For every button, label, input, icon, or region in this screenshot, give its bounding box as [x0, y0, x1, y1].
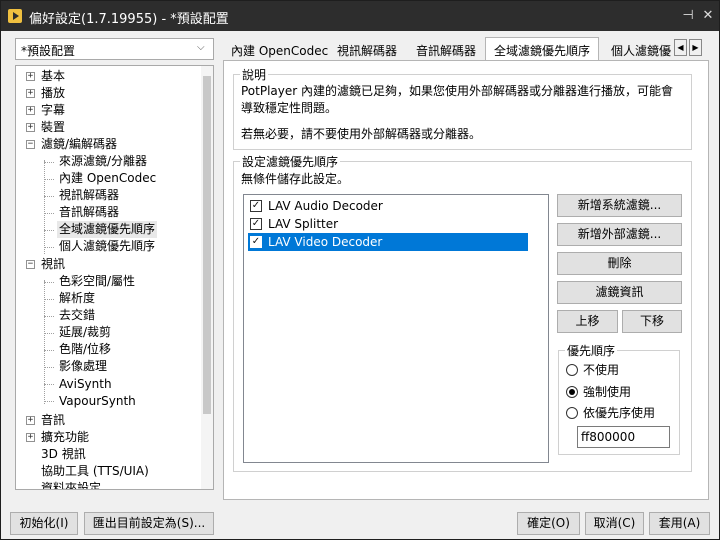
radio-label: 不使用: [583, 363, 620, 377]
tree-item-label: 內建 OpenCodec: [59, 171, 157, 185]
tree-item-label: 裝置: [41, 120, 66, 134]
checkbox[interactable]: ✓: [250, 218, 262, 230]
tab-builtin-opencodec[interactable]: 內建 OpenCodec: [223, 40, 336, 61]
description-line-1: PotPlayer 內建的濾鏡已足夠，如果您使用外部解碼器或分離器進行播放，可能…: [241, 84, 674, 98]
radio-button[interactable]: [566, 364, 578, 376]
tab-audio-decoders[interactable]: 音訊解碼器: [408, 40, 484, 61]
filter-label: LAV Audio Decoder: [268, 199, 383, 213]
tree-item-label: 全域濾鏡優先順序: [57, 221, 158, 238]
expand-icon[interactable]: +: [26, 89, 35, 98]
tree-item-label: 字幕: [41, 103, 66, 117]
cancel-button[interactable]: 取消(C): [585, 512, 644, 535]
move-up-button[interactable]: 上移: [557, 310, 618, 333]
description-line-3: 若無必要，請不要使用外部解碼器或分離器。: [241, 127, 482, 141]
title-bar: 偏好設定(1.7.19955) - *預設配置 ⊣ ✕: [1, 1, 719, 31]
initialize-button[interactable]: 初始化(I): [10, 512, 78, 535]
filter-priority-legend: 設定濾鏡優先順序: [242, 155, 339, 169]
tree-item-label: 去交錯: [59, 308, 96, 322]
add-system-filter-button[interactable]: 新增系統濾鏡...: [557, 194, 682, 217]
scrollbar-thumb[interactable]: [203, 76, 211, 414]
preset-select[interactable]: *預設配置 ⌵: [15, 38, 214, 60]
tree-item-label: 延展/裁剪: [59, 325, 112, 339]
move-down-button[interactable]: 下移: [622, 310, 682, 333]
tab-scroll-right-icon[interactable]: ▶: [689, 39, 702, 56]
close-icon[interactable]: ✕: [699, 7, 717, 25]
filter-info-button[interactable]: 濾鏡資訊: [557, 281, 682, 304]
radio-button[interactable]: [566, 386, 578, 398]
tree-item-label: 協助工具 (TTS/UIA): [41, 464, 149, 478]
expand-icon[interactable]: +: [26, 106, 35, 115]
filter-label: LAV Video Decoder: [268, 235, 383, 249]
collapse-icon[interactable]: −: [26, 140, 35, 149]
tree-item-label: 3D 視訊: [41, 447, 86, 461]
tree-item-label: 解析度: [59, 291, 96, 305]
expand-icon[interactable]: +: [26, 416, 35, 425]
filter-label: LAV Splitter: [268, 217, 339, 231]
preset-value: *預設配置: [21, 44, 76, 58]
tree-item-label: 基本: [41, 69, 66, 83]
ok-button[interactable]: 確定(O): [517, 512, 580, 535]
export-settings-button[interactable]: 匯出目前設定為(S)...: [84, 512, 214, 535]
tab-personal-filter-priority[interactable]: 個人濾鏡優: [603, 40, 679, 61]
radio-button[interactable]: [566, 407, 578, 419]
filter-list[interactable]: ✓ LAV Audio Decoder ✓ LAV Splitter ✓ LAV…: [243, 194, 549, 463]
expand-icon[interactable]: +: [26, 72, 35, 81]
tree-item-label: 視訊: [41, 257, 66, 271]
priority-note: 無條件儲存此設定。: [241, 172, 350, 186]
tree-item-label: VapourSynth: [59, 394, 136, 408]
tab-strip: 內建 OpenCodec 視訊解碼器 音訊解碼器 全域濾鏡優先順序 個人濾鏡優 …: [223, 37, 709, 62]
list-item[interactable]: ✓ LAV Video Decoder: [248, 233, 528, 251]
tree-item-label: 色彩空間/屬性: [59, 274, 136, 288]
apply-button[interactable]: 套用(A): [649, 512, 710, 535]
chevron-down-icon: ⌵: [197, 42, 205, 53]
expand-icon[interactable]: +: [26, 433, 35, 442]
tree-item-label: 播放: [41, 86, 66, 100]
tree-item-label: 音訊: [41, 413, 66, 427]
settings-tree[interactable]: + 基本 + 播放 + 字幕 + 裝置 − 濾鏡/編解碼器 來源濾鏡/分離器 內…: [15, 65, 214, 490]
tree-item-label: 個人濾鏡優先順序: [59, 239, 156, 253]
collapse-icon[interactable]: −: [26, 260, 35, 269]
expand-icon[interactable]: +: [26, 123, 35, 132]
list-item[interactable]: ✓ LAV Splitter: [248, 215, 528, 233]
radio-label: 依優先序使用: [583, 406, 656, 420]
tree-item-label: 濾鏡/編解碼器: [41, 137, 118, 151]
tab-scroll-left-icon[interactable]: ◀: [674, 39, 687, 56]
tree-item-label: 視訊解碼器: [59, 188, 120, 202]
potplayer-icon: [8, 9, 22, 23]
delete-button[interactable]: 刪除: [557, 252, 682, 275]
tree-item-label: 擴充功能: [41, 430, 90, 444]
pin-icon[interactable]: ⊣: [679, 7, 697, 25]
tree-item-label: 資料夾設定: [41, 481, 102, 490]
tree-item-label: 音訊解碼器: [59, 205, 120, 219]
description-line-2: 導致穩定性問題。: [241, 101, 338, 115]
tree-item-label: 色階/位移: [59, 342, 112, 356]
order-legend: 優先順序: [567, 344, 616, 358]
tree-scrollbar[interactable]: [201, 66, 213, 489]
description-legend: 說明: [242, 68, 267, 82]
checkbox[interactable]: ✓: [250, 200, 262, 212]
preferences-window: 偏好設定(1.7.19955) - *預設配置 ⊣ ✕ *預設配置 ⌵ + 基本…: [0, 0, 720, 540]
checkbox[interactable]: ✓: [250, 236, 262, 248]
add-external-filter-button[interactable]: 新增外部濾鏡...: [557, 223, 682, 246]
window-title: 偏好設定(1.7.19955) - *預設配置: [29, 12, 229, 27]
tab-video-decoders[interactable]: 視訊解碼器: [329, 40, 405, 61]
tab-global-filter-priority[interactable]: 全域濾鏡優先順序: [485, 37, 600, 62]
tree-item-label: 來源濾鏡/分離器: [59, 154, 148, 168]
tree-item-label: 影像處理: [59, 359, 108, 373]
radio-label: 強制使用: [583, 385, 632, 399]
priority-value-input[interactable]: ff800000: [577, 426, 670, 448]
list-item[interactable]: ✓ LAV Audio Decoder: [248, 197, 528, 215]
tree-item-label: AviSynth: [59, 377, 112, 391]
